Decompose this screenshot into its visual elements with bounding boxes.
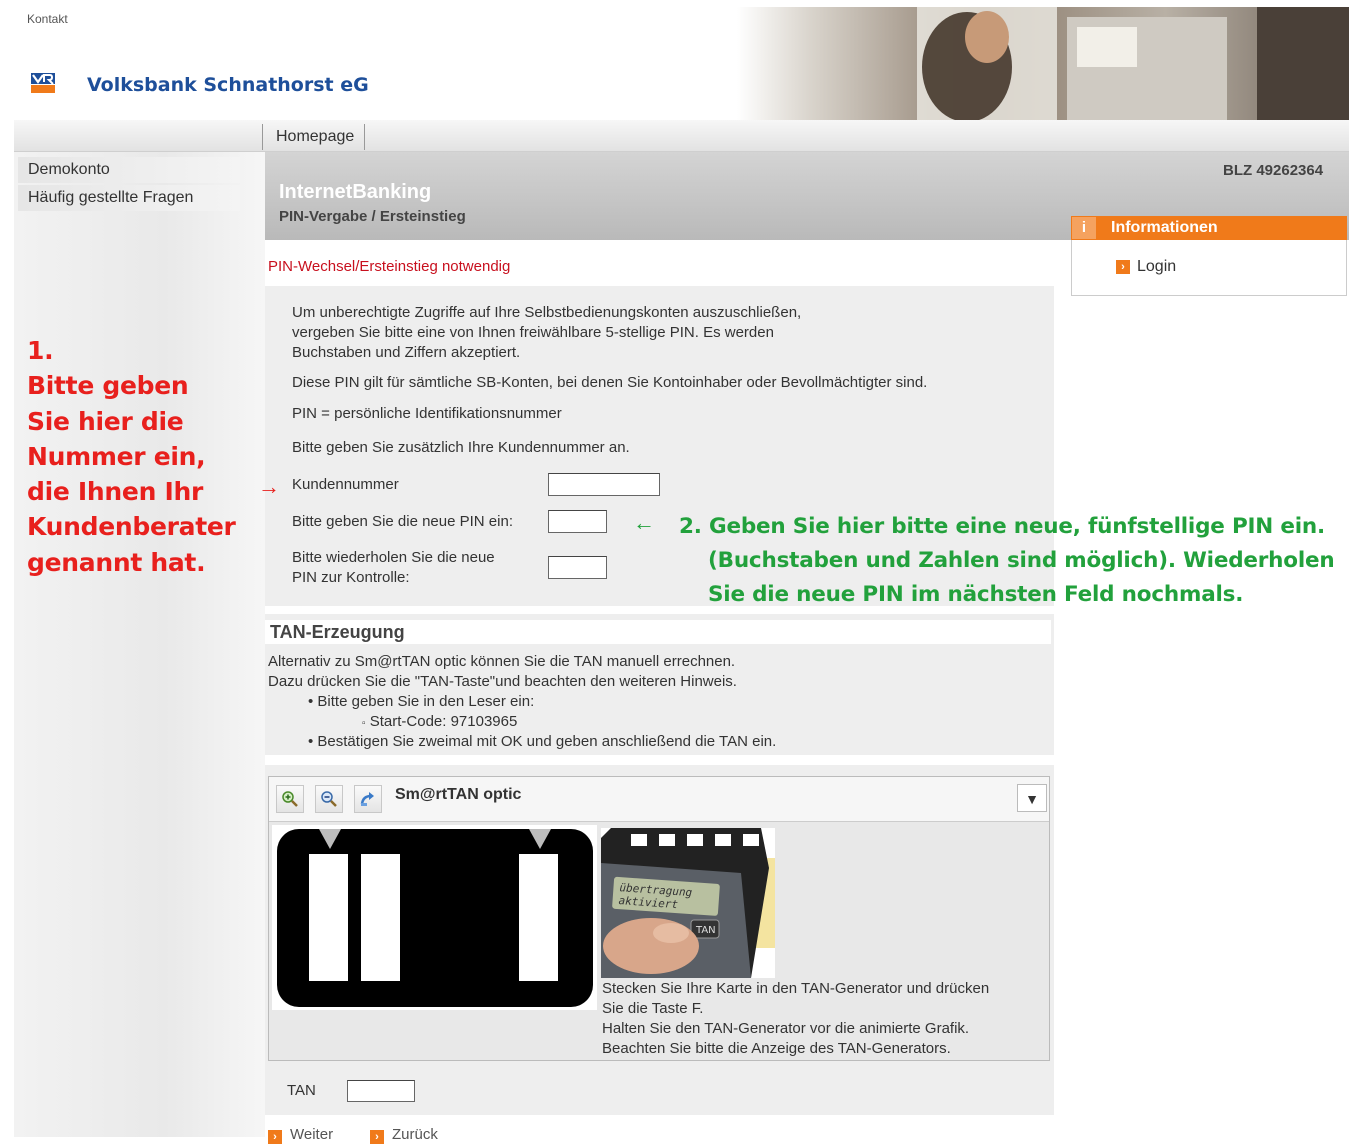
info-icon: i: [1072, 217, 1096, 239]
pin-definition-text: PIN = persönliche Identifikationsnummer: [292, 405, 562, 422]
kundennummer-input[interactable]: [548, 473, 660, 496]
zoom-in-icon[interactable]: [276, 785, 304, 813]
blz-label: BLZ 49262364: [1223, 162, 1324, 179]
smarttan-toolbar: [269, 777, 1049, 822]
login-link[interactable]: Login: [1137, 258, 1176, 276]
kundennummer-label: Kundennummer: [292, 476, 399, 493]
annotation-line: die Ihnen Ihr: [27, 477, 204, 507]
repeat-pin-label-line: PIN zur Kontrolle:: [292, 569, 410, 586]
info-box-title: Informationen: [1111, 219, 1218, 236]
bank-name[interactable]: Volksbank Schnathorst eG: [87, 74, 369, 96]
new-pin-input[interactable]: [548, 510, 607, 533]
intro-line: Buchstaben und Ziffern akzeptiert.: [292, 344, 521, 361]
annotation-arrow-right-icon: →: [258, 474, 280, 499]
repeat-pin-input[interactable]: [548, 556, 607, 579]
annotation-line: Kundenberater: [27, 512, 236, 542]
kontakt-link[interactable]: Kontakt: [27, 12, 68, 26]
annotation-line: genannt hat.: [27, 547, 206, 577]
page-title: InternetBanking: [279, 181, 432, 203]
tan-input[interactable]: [347, 1080, 415, 1102]
annotation-line: 2. Geben Sie hier bitte eine neue, fünfs…: [679, 514, 1326, 539]
sidebar-item-faq[interactable]: Häufig gestellte Fragen: [18, 185, 240, 211]
flicker-marker-left: [319, 829, 341, 849]
smarttan-instructions: Stecken Sie Ihre Karte in den TAN-Genera…: [602, 979, 1042, 1059]
rotate-icon[interactable]: [354, 785, 382, 813]
sidebar: [14, 152, 265, 1137]
tan-bullet: • Bestätigen Sie zweimal mit OK und gebe…: [308, 733, 777, 750]
customer-number-hint: Bitte geben Sie zusätzlich Ihre Kundennu…: [292, 439, 630, 456]
hero-image: [737, 7, 1349, 120]
chevron-down-icon[interactable]: ▼: [1017, 784, 1047, 812]
tan-heading: TAN-Erzeugung: [270, 622, 405, 642]
tan-sub-bullet: ▫ Start-Code: 97103965: [362, 713, 518, 730]
annotation-line: Nummer ein,: [27, 441, 206, 471]
instruction-line: Halten Sie den TAN-Generator vor die ani…: [602, 1020, 970, 1037]
arrow-right-icon: ›: [268, 1130, 282, 1144]
tan-generator-image: übertragung aktiviert TAN: [601, 828, 775, 978]
tan-label: TAN: [287, 1082, 316, 1099]
sidebar-item-demokonto[interactable]: Demokonto: [18, 157, 240, 183]
tan-line: Dazu drücken Sie die "TAN-Taste"und beac…: [268, 673, 737, 690]
annotation-arrow-left-icon: ←: [633, 510, 655, 535]
smarttan-title: Sm@rtTAN optic: [395, 786, 522, 803]
tan-line: Alternativ zu Sm@rtTAN optic können Sie …: [268, 653, 736, 670]
svg-text:TAN: TAN: [695, 925, 716, 936]
intro-line: Um unberechtigte Zugriffe auf Ihre Selbs…: [292, 304, 802, 321]
annotation-line: 1.: [27, 336, 54, 365]
annotation-line: (Buchstaben und Zahlen sind möglich). Wi…: [708, 548, 1335, 573]
flicker-bar: [309, 854, 348, 981]
tan-bullet-text: Bitte geben Sie in den Leser ein:: [317, 693, 535, 710]
instruction-line: Stecken Sie Ihre Karte in den TAN-Genera…: [602, 980, 990, 997]
vr-bank-logo-icon: [31, 73, 55, 93]
tan-bullet-text: Bestätigen Sie zweimal mit OK und geben …: [317, 733, 777, 750]
weiter-button[interactable]: Weiter: [290, 1126, 333, 1143]
repeat-pin-label: Bitte wiederholen Sie die neue PIN zur K…: [292, 548, 495, 588]
zurueck-button[interactable]: Zurück: [392, 1126, 438, 1143]
top-nav-bar: [14, 120, 1349, 152]
annotation-step-2: 2. Geben Sie hier bitte eine neue, fünfs…: [679, 510, 1335, 612]
page-subtitle: PIN-Vergabe / Ersteinstieg: [279, 208, 466, 225]
flicker-marker-right: [529, 829, 551, 849]
instruction-line: Sie die Taste F.: [602, 1000, 704, 1017]
new-pin-label: Bitte geben Sie die neue PIN ein:: [292, 513, 513, 530]
flicker-bar: [361, 854, 400, 981]
tan-bullet: • Bitte geben Sie in den Leser ein:: [308, 693, 535, 710]
intro-line: vergeben Sie bitte eine von Ihnen freiwä…: [292, 324, 774, 341]
annotation-line: Sie die neue PIN im nächsten Feld nochma…: [708, 582, 1244, 607]
nav-homepage-link[interactable]: Homepage: [262, 124, 366, 150]
annotation-line: Sie hier die: [27, 406, 184, 436]
instruction-line: Beachten Sie bitte die Anzeige des TAN-G…: [602, 1040, 951, 1057]
start-code: Start-Code: 97103965: [369, 713, 518, 730]
zoom-out-icon[interactable]: [315, 785, 343, 813]
annotation-step-1: 1. Bitte geben Sie hier die Nummer ein, …: [27, 333, 236, 580]
annotation-line: Bitte geben: [27, 371, 189, 401]
arrow-right-icon: ›: [1116, 260, 1130, 274]
pin-section-heading: PIN-Wechsel/Ersteinstieg notwendig: [268, 258, 511, 275]
arrow-right-icon: ›: [370, 1130, 384, 1144]
flicker-bar: [519, 854, 558, 981]
pin-scope-text: Diese PIN gilt für sämtliche SB-Konten, …: [292, 374, 928, 391]
repeat-pin-label-line: Bitte wiederholen Sie die neue: [292, 549, 495, 566]
pin-intro: Um unberechtigte Zugriffe auf Ihre Selbs…: [292, 303, 801, 363]
